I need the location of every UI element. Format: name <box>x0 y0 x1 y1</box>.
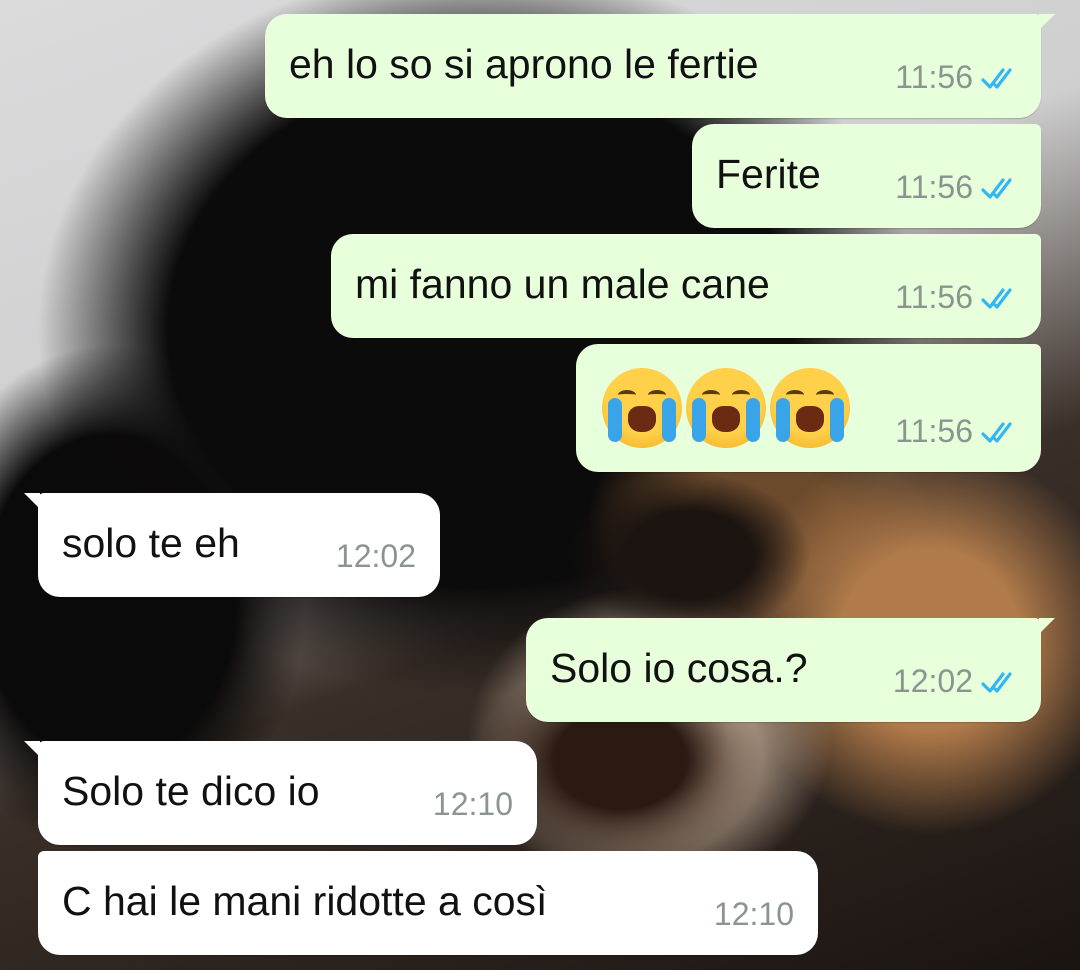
message-time: 11:56 <box>895 413 973 449</box>
message-meta: 11:56 <box>895 169 1021 206</box>
double-check-icon <box>981 671 1012 693</box>
loudly-crying-face-icon <box>686 368 766 448</box>
loudly-crying-face-icon <box>770 368 850 448</box>
message-time: 11:56 <box>895 279 973 315</box>
message-meta: 12:10 <box>714 896 794 933</box>
double-check-icon <box>981 287 1012 309</box>
message-time: 12:02 <box>892 663 973 699</box>
message-text: mi fanno un male cane <box>355 261 770 307</box>
message-text: solo te eh <box>62 520 240 566</box>
message-text: Solo te dico io <box>62 768 320 814</box>
message-bubble-incoming[interactable]: C hai le mani ridotte a così 12:10 <box>38 851 818 955</box>
message-bubble-outgoing[interactable]: Solo io cosa.? 12:02 <box>526 618 1055 722</box>
double-check-icon <box>981 177 1012 199</box>
message-bubble-incoming[interactable]: solo te eh 12:02 <box>24 493 440 597</box>
message-meta: 11:56 <box>895 413 1021 450</box>
message-meta: 12:02 <box>893 663 1021 700</box>
message-bubble-outgoing[interactable]: 11:56 <box>576 344 1041 472</box>
message-text: C hai le mani ridotte a così <box>62 878 548 924</box>
message-meta: 11:56 <box>895 279 1021 316</box>
double-check-icon <box>981 67 1012 89</box>
message-time: 12:02 <box>335 538 416 574</box>
message-time: 12:10 <box>713 896 794 932</box>
message-time: 11:56 <box>895 59 973 95</box>
loudly-crying-face-icon <box>602 368 682 448</box>
message-bubble-incoming[interactable]: Solo te dico io 12:10 <box>24 741 537 845</box>
message-bubble-outgoing[interactable]: mi fanno un male cane 11:56 <box>331 234 1041 338</box>
message-text: Solo io cosa.? <box>550 645 808 691</box>
emoji-row <box>602 368 854 448</box>
message-meta: 12:10 <box>433 786 513 823</box>
message-text: Ferite <box>716 151 821 197</box>
message-bubble-outgoing[interactable]: eh lo so si aprono le fertie 11:56 <box>265 14 1055 118</box>
message-time: 11:56 <box>895 169 973 205</box>
message-time: 12:10 <box>432 786 513 822</box>
message-meta: 11:56 <box>895 59 1021 96</box>
message-meta: 12:02 <box>336 538 416 575</box>
message-text: eh lo so si aprono le fertie <box>289 41 759 87</box>
message-bubble-outgoing[interactable]: Ferite 11:56 <box>692 124 1041 228</box>
double-check-icon <box>981 421 1012 443</box>
